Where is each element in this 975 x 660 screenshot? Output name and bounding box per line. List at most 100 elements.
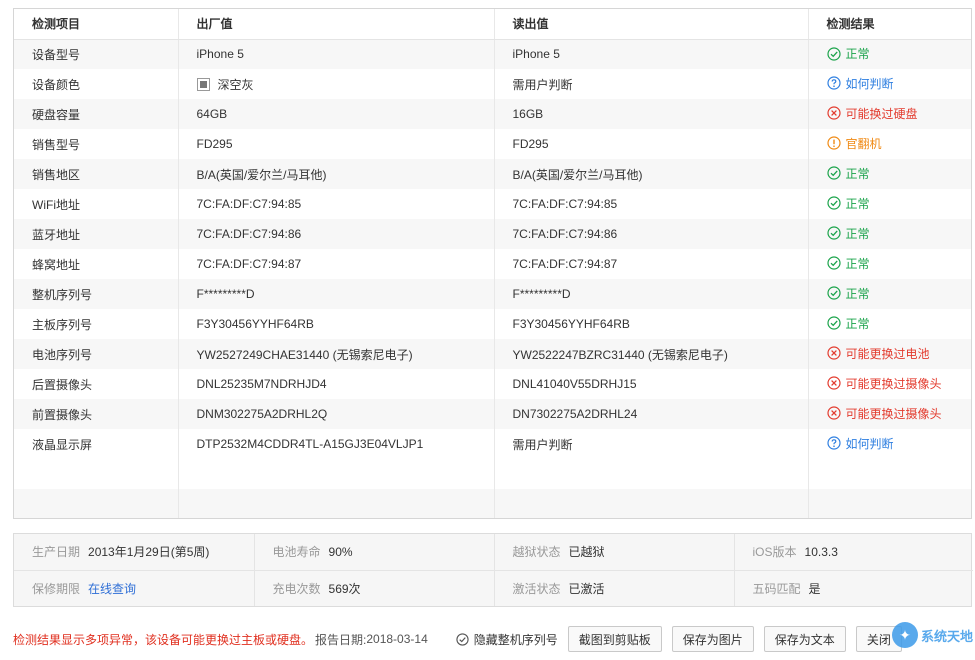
five-code-value: 是 xyxy=(808,581,821,596)
question-circle-icon xyxy=(826,436,841,450)
factory-value-cell-text: B/A(英国/爱尔兰/马耳他) xyxy=(196,167,327,182)
result-label: 正常 xyxy=(845,316,870,331)
read-value-cell: FD295 xyxy=(493,129,808,159)
factory-value-cell-text: DNM302275A2DRHL2Q xyxy=(196,407,328,421)
x-circle-icon xyxy=(826,106,841,120)
factory-value-cell-text: 7C:FA:DF:C7:94:86 xyxy=(196,227,302,241)
factory-value-cell: B/A(英国/爱尔兰/马耳他) xyxy=(177,159,494,189)
battery-life-value: 90% xyxy=(328,545,353,560)
item-cell: 整机序列号 xyxy=(14,279,178,309)
result-status: 官翻机 xyxy=(826,135,882,152)
jailbreak-label: 越狱状态 xyxy=(512,545,561,560)
read-value-cell-text: YW2522247BZRC31440 (无锡索尼电子) xyxy=(512,347,728,362)
table-row: 电池序列号 YW2527249CHAE31440 (无锡索尼电子) YW252224… xyxy=(14,339,971,369)
result-cell: 可能更换过电池 xyxy=(807,339,971,369)
jailbreak-cell: 越狱状态 已越狱 xyxy=(493,534,734,571)
read-value-cell-text: F*********D xyxy=(512,287,571,301)
result-label: 可能更换过摄像头 xyxy=(845,376,942,391)
result-label: 正常 xyxy=(845,196,870,211)
warranty-online-query-link[interactable]: 在线查询 xyxy=(88,582,136,596)
factory-value-cell: FD295 xyxy=(177,129,494,159)
device-info-table: 生产日期 2013年1月29日(第5周) 电池寿命 90% 越狱状态 已越狱 iOS版… xyxy=(14,534,973,606)
check-circle-icon xyxy=(826,196,841,210)
item-cell-text: 前置摄像头 xyxy=(32,407,93,422)
ios-version-value: 10.3.3 xyxy=(804,545,838,560)
read-value-cell-text: DN7302275A2DRHL24 xyxy=(512,407,638,421)
watermark: ✦ 系统天地 xyxy=(891,622,973,648)
factory-value-cell: 7C:FA:DF:C7:94:85 xyxy=(177,189,494,219)
warranty-label: 保修期限 xyxy=(32,581,81,596)
warning-message: 检测结果显示多项异常，该设备可能更换过主板或硬盘。 xyxy=(13,632,314,647)
read-value-cell-text: 7C:FA:DF:C7:94:86 xyxy=(512,227,618,241)
hide-serial-toggle[interactable]: 隐藏整机序列号 xyxy=(456,631,558,648)
detection-table-panel: 检测项目 出厂值 读出值 检测结果 设备型号 iPhone 5 iPhone 5 正常… xyxy=(13,8,972,519)
factory-value-cell: 64GB xyxy=(177,99,494,129)
check-circle-icon xyxy=(826,286,841,300)
read-value-cell-text: B/A(英国/爱尔兰/马耳他) xyxy=(512,167,643,182)
save-as-image-button[interactable]: 保存为图片 xyxy=(671,626,754,652)
check-circle-icon xyxy=(826,256,841,270)
factory-value-cell: F3Y30456YYHF64RB xyxy=(177,309,494,339)
jailbreak-value: 已越狱 xyxy=(568,545,605,560)
how-to-judge-link[interactable]: 如何判断 xyxy=(826,435,894,452)
read-value-cell-text: 7C:FA:DF:C7:94:87 xyxy=(512,257,618,271)
result-status: 正常 xyxy=(826,255,870,272)
x-circle-icon xyxy=(826,346,841,360)
detection-table: 检测项目 出厂值 读出值 检测结果 设备型号 iPhone 5 iPhone 5 正常… xyxy=(14,9,971,518)
exclamation-circle-icon xyxy=(826,136,841,150)
copy-to-clipboard-button[interactable]: 截图到剪贴板 xyxy=(567,626,662,652)
item-cell-text: 硬盘容量 xyxy=(32,107,81,122)
charge-count-cell: 充电次数 569次 xyxy=(253,570,494,606)
table-row: WiFi地址 7C:FA:DF:C7:94:85 7C:FA:DF:C7:94:85… xyxy=(14,189,971,219)
item-cell-text: 整机序列号 xyxy=(32,287,93,302)
item-cell: 液晶显示屏 xyxy=(14,429,178,459)
read-value-cell-text: 需用户判断 xyxy=(512,77,573,92)
empty-cell xyxy=(177,459,494,489)
item-cell-text: 设备型号 xyxy=(32,47,81,62)
five-code-label: 五码匹配 xyxy=(752,581,801,596)
item-cell: 前置摄像头 xyxy=(14,399,178,429)
result-label: 正常 xyxy=(845,166,870,181)
result-cell: 正常 xyxy=(807,219,971,249)
save-as-text-button[interactable]: 保存为文本 xyxy=(763,626,846,652)
read-value-cell: 7C:FA:DF:C7:94:86 xyxy=(493,219,808,249)
empty-cell xyxy=(14,489,178,518)
table-row: 液晶显示屏 DTP2532M4CDDR4TL-A15GJ3E04VLJP1 需用户判… xyxy=(14,429,971,459)
item-cell: 销售地区 xyxy=(14,159,178,189)
factory-value-cell-text: iPhone 5 xyxy=(196,47,244,62)
read-value-cell: F*********D xyxy=(493,279,808,309)
footer-bar: 检测结果显示多项异常，该设备可能更换过主板或硬盘。 报告日期: 2018-03-… xyxy=(13,625,972,653)
how-to-judge-link[interactable]: 如何判断 xyxy=(826,75,894,92)
table-row: 整机序列号 F*********D F*********D 正常 xyxy=(14,279,971,309)
read-value-cell: iPhone 5 xyxy=(493,39,808,69)
factory-value-cell-text: 64GB xyxy=(196,107,228,121)
header-read-value: 读出值 xyxy=(493,9,808,40)
result-label: 正常 xyxy=(845,226,870,241)
x-circle-icon xyxy=(826,406,841,420)
result-label: 如何判断 xyxy=(845,436,894,451)
result-cell: 正常 xyxy=(807,159,971,189)
x-circle-icon xyxy=(826,376,841,390)
read-value-cell-text: FD295 xyxy=(512,137,549,151)
result-cell: 正常 xyxy=(807,39,971,69)
result-label: 官翻机 xyxy=(845,136,882,151)
result-label: 可能更换过摄像头 xyxy=(845,406,942,421)
check-circle-icon xyxy=(826,46,841,61)
ios-version-cell: iOS版本 10.3.3 xyxy=(733,534,973,571)
read-value-cell-text: 7C:FA:DF:C7:94:85 xyxy=(512,197,618,211)
result-status: 可能更换过摄像头 xyxy=(826,375,942,392)
result-status: 正常 xyxy=(826,285,870,302)
empty-cell xyxy=(177,489,494,518)
read-value-cell-text: 16GB xyxy=(512,107,544,121)
item-cell: 电池序列号 xyxy=(14,339,178,369)
factory-value-cell-text: 7C:FA:DF:C7:94:85 xyxy=(196,197,302,211)
table-row: 蜂窝地址 7C:FA:DF:C7:94:87 7C:FA:DF:C7:94:87 正常 xyxy=(14,249,971,279)
result-status: 可能更换过摄像头 xyxy=(826,405,942,422)
result-status: 正常 xyxy=(826,165,870,182)
factory-value-cell: iPhone 5 xyxy=(177,39,494,69)
hide-serial-label: 隐藏整机序列号 xyxy=(473,632,558,647)
result-cell: 正常 xyxy=(807,309,971,339)
result-cell: 官翻机 xyxy=(807,129,971,159)
factory-value-cell: 7C:FA:DF:C7:94:86 xyxy=(177,219,494,249)
factory-value-cell: F*********D xyxy=(177,279,494,309)
